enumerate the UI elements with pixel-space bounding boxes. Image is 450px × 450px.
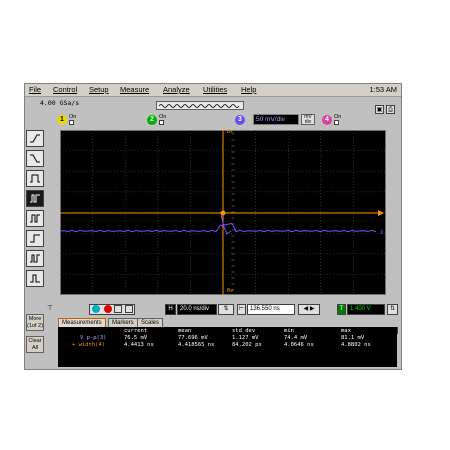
channel-4-checkbox[interactable]: [334, 120, 339, 125]
row-vpp-min: 74.4 mV: [284, 335, 308, 341]
measurement-table: current mean std dev min max V p-p(3) 76…: [58, 327, 397, 367]
delay-reference-icon[interactable]: ⊢: [237, 304, 246, 315]
row-width-current: 4.4413 ns: [124, 342, 154, 348]
trigger-t-badge: T: [337, 304, 346, 315]
channel-3-units-button[interactable]: mV div: [301, 114, 315, 125]
channel-2-checkbox[interactable]: [159, 120, 164, 125]
header-min: min: [284, 328, 294, 334]
row-vpp-mean: 77.696 mV: [178, 335, 208, 341]
menu-measure[interactable]: Measure: [120, 85, 149, 94]
delay-arrows[interactable]: ◀ ▶: [298, 304, 320, 315]
clock: 1:53 AM: [369, 85, 397, 94]
menu-bar: File Control Setup Measure Analyze Utili…: [25, 84, 401, 97]
menu-help[interactable]: Help: [241, 85, 256, 94]
delay-field[interactable]: 136.550 ns: [247, 304, 295, 315]
waveform-overview-icon: [159, 104, 240, 108]
clear-all-button[interactable]: Clear All: [26, 336, 44, 353]
waveform-graticule: 3: [60, 130, 386, 295]
row-width-std-dev: 84.202 ps: [232, 342, 262, 348]
row-vpp-max: 81.1 mV: [341, 335, 365, 341]
horizontal-control-bar: ⊤ H 20.0 ns/div ⇅ ⊢ 136.550 ns ◀ ▶ T 1.4…: [47, 302, 401, 317]
row-width-max: 4.8802 ns: [341, 342, 371, 348]
channel-3-scale-field[interactable]: 50 mV/div: [253, 114, 299, 125]
channel-4-level-arrow: [378, 210, 384, 216]
edge-falling-trigger-icon[interactable]: [26, 150, 44, 167]
row-width-min: 4.0646 ns: [284, 342, 314, 348]
row-vpp-std-dev: 1.127 mV: [232, 335, 259, 341]
glitch-trigger-icon[interactable]: [26, 190, 44, 207]
more-button[interactable]: More (1of 2): [26, 314, 44, 331]
channel-1-badge: 1: [57, 115, 67, 125]
pulse-width-trigger-icon[interactable]: [26, 170, 44, 187]
top-trigger-marker: Bx: [227, 129, 233, 135]
edge-rising-trigger-icon[interactable]: [26, 130, 44, 147]
row-width-mean: 4.418565 ns: [178, 342, 215, 348]
state-trigger-icon[interactable]: [26, 230, 44, 247]
channel-3-badge: 3: [235, 115, 245, 125]
menu-setup[interactable]: Setup: [89, 85, 109, 94]
row-vpp-name: V p-p(3): [80, 335, 107, 341]
pattern-trigger-icon[interactable]: [26, 210, 44, 227]
header-max: max: [341, 328, 351, 334]
timeout-trigger-icon[interactable]: [26, 270, 44, 287]
trigger-level-stepper[interactable]: ⇅: [387, 304, 398, 315]
channel-3-trace: [60, 222, 377, 233]
tab-scales[interactable]: Scales: [137, 318, 164, 327]
timebase-stepper[interactable]: ⇅: [218, 304, 234, 315]
menu-analyze[interactable]: Analyze: [163, 85, 190, 94]
marker-t-icon: ⊤: [47, 305, 54, 312]
row-width-name: + width(4): [72, 342, 106, 348]
bottom-trigger-marker: Bx: [227, 288, 233, 294]
header-std-dev: std dev: [232, 328, 256, 334]
autoscale-icon[interactable]: [125, 305, 134, 313]
channel-1-checkbox[interactable]: [69, 120, 74, 125]
channel-3-ground-marker: 3: [380, 230, 384, 236]
channel-2-badge: 2: [147, 115, 157, 125]
run-controls[interactable]: [89, 304, 135, 315]
row-vpp-current: 76.5 mV: [124, 335, 148, 341]
single-icon[interactable]: [114, 305, 123, 313]
header-mean: mean: [178, 328, 192, 334]
toolbar-print-icon[interactable]: ⎙: [386, 105, 395, 114]
header-strip: 4.00 GSa/s ▣ ⎙ 1 On 2 On 3 50 mV/div mV di…: [25, 97, 401, 131]
delay-trigger-icon[interactable]: [26, 250, 44, 267]
waveform-display[interactable]: 3 Bx Bx: [60, 129, 386, 295]
channel-3-units-bottom: div: [304, 119, 312, 125]
scope-window: File Control Setup Measure Analyze Utili…: [24, 83, 402, 370]
menu-utilities[interactable]: Utilities: [203, 85, 227, 94]
tab-markers[interactable]: Markers: [108, 318, 138, 327]
timebase-field[interactable]: 20.0 ns/div: [177, 304, 217, 315]
menu-file[interactable]: File: [29, 85, 41, 94]
measurement-panel: Measurements Markers Scales ? current me…: [58, 318, 401, 369]
tab-measurements[interactable]: Measurements: [58, 318, 106, 327]
toolbar-display-icon[interactable]: ▣: [375, 105, 384, 114]
trigger-level-field[interactable]: 1.400 V: [347, 304, 385, 315]
horizontal-h-badge: H: [165, 304, 176, 315]
channel-4-badge: 4: [322, 115, 332, 125]
header-current: current: [124, 328, 148, 334]
acquisition-bar: [156, 101, 244, 110]
run-icon[interactable]: [92, 305, 100, 313]
menu-control[interactable]: Control: [53, 85, 77, 94]
sample-rate: 4.00 GSa/s: [40, 99, 80, 107]
stop-icon[interactable]: [103, 305, 112, 313]
